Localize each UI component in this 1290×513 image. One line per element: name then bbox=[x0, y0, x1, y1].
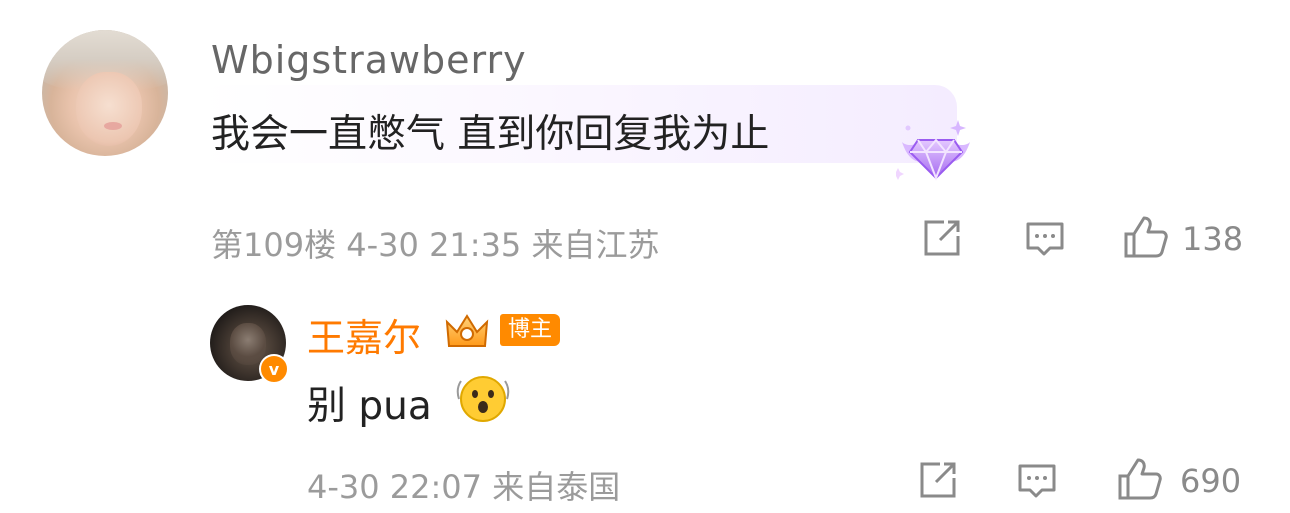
thumbs-up-icon[interactable] bbox=[1122, 214, 1170, 260]
avatar-lips bbox=[104, 122, 122, 130]
astonished-face-icon bbox=[456, 376, 510, 422]
share-icon[interactable] bbox=[920, 218, 964, 258]
like-count: 690 bbox=[1180, 462, 1242, 500]
reply-text: 别 pua bbox=[307, 384, 432, 429]
verified-icon: v bbox=[259, 354, 289, 384]
author-badge: 博主 bbox=[500, 314, 561, 346]
comment-icon[interactable] bbox=[1016, 462, 1058, 502]
avatar-face bbox=[230, 323, 266, 365]
floor-number: 第109楼 bbox=[211, 226, 337, 264]
comment-meta: 第109楼 4-30 21:35 来自江苏 bbox=[211, 220, 659, 266]
share-icon[interactable] bbox=[916, 460, 960, 500]
reply-location: 来自泰国 bbox=[492, 468, 621, 506]
gem-wings-icon bbox=[896, 120, 970, 181]
avatar-face bbox=[76, 72, 142, 146]
reply-meta: 4-30 22:07 来自泰国 bbox=[307, 462, 620, 508]
commenter-avatar[interactable] bbox=[42, 30, 168, 156]
comment-username[interactable]: Wbigstrawberry bbox=[211, 38, 527, 82]
reply-username[interactable]: 王嘉尔 bbox=[307, 307, 421, 362]
comment-text: 我会一直憋气 直到你回复我为止 bbox=[211, 112, 770, 157]
thumbs-up-icon[interactable] bbox=[1116, 456, 1164, 502]
comment-datetime: 4-30 21:35 bbox=[346, 226, 522, 264]
reply-datetime: 4-30 22:07 bbox=[307, 468, 483, 506]
like-count: 138 bbox=[1182, 220, 1244, 258]
comment-location: 来自江苏 bbox=[531, 226, 660, 264]
comment-icon[interactable] bbox=[1024, 220, 1066, 260]
